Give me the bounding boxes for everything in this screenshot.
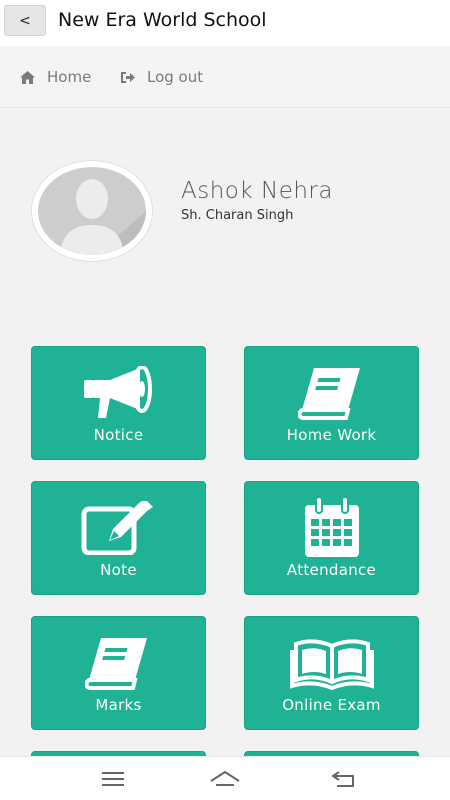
- logout-icon: [121, 71, 135, 83]
- user-name: Ashok Nehra: [181, 178, 333, 204]
- home-icon: [20, 70, 35, 84]
- back-icon: [331, 771, 354, 787]
- user-placeholder-icon: [38, 167, 146, 255]
- marks-label: Marks: [95, 696, 142, 714]
- online-exam-tile[interactable]: Online Exam: [244, 616, 419, 730]
- system-home-button[interactable]: [210, 767, 240, 791]
- calendar-icon: [304, 497, 359, 557]
- open-book-icon: [289, 639, 374, 690]
- avatar: [32, 161, 152, 261]
- online-exam-label: Online Exam: [282, 696, 381, 714]
- edit-note-icon: [81, 501, 153, 555]
- nav-logout-link[interactable]: Log out: [120, 68, 203, 86]
- menu-icon: [102, 772, 124, 786]
- home-work-tile[interactable]: Home Work: [244, 346, 419, 460]
- home-work-label: Home Work: [286, 426, 377, 444]
- profile-section: Ashok Nehra Sh. Charan Singh: [0, 108, 450, 338]
- nav-home-link[interactable]: Home: [20, 68, 91, 86]
- user-parent-name: Sh. Charan Singh: [181, 208, 294, 223]
- system-menu-button[interactable]: [98, 767, 128, 791]
- app-bar: < New Era World School: [0, 0, 450, 46]
- book-icon: [297, 368, 360, 420]
- megaphone-icon: [83, 366, 152, 418]
- attendance-label: Attendance: [286, 561, 377, 579]
- note-label: Note: [100, 561, 137, 579]
- system-nav-bar: [0, 756, 450, 800]
- nav-home-label: Home: [47, 68, 92, 86]
- marks-tile[interactable]: Marks: [31, 616, 206, 730]
- book-icon: [84, 638, 147, 690]
- back-button[interactable]: <: [4, 5, 46, 36]
- note-tile[interactable]: Note: [31, 481, 206, 595]
- page-title: New Era World School: [58, 9, 267, 31]
- nav-logout-label: Log out: [147, 68, 204, 86]
- attendance-tile[interactable]: Attendance: [244, 481, 419, 595]
- notice-tile[interactable]: Notice: [31, 346, 206, 460]
- notice-label: Notice: [93, 426, 144, 444]
- system-back-button[interactable]: [328, 767, 358, 791]
- home-icon: [210, 771, 240, 786]
- nav-bar: Home Log out: [0, 46, 450, 108]
